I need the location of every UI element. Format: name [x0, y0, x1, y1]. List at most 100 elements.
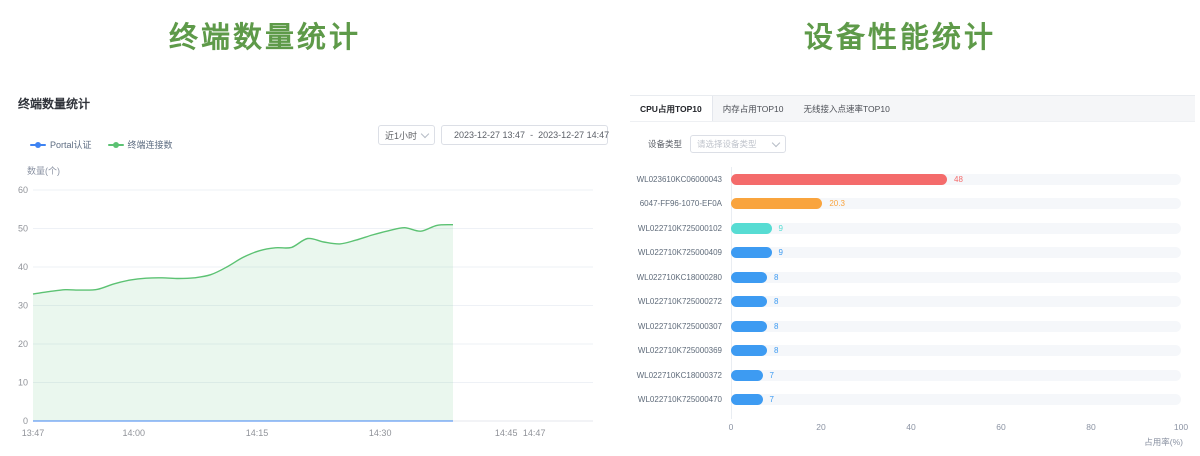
x-tick-label: 80	[1086, 422, 1095, 432]
legend-marker-portal	[30, 142, 46, 148]
bar	[731, 272, 767, 283]
bar	[731, 394, 763, 405]
time-range-select[interactable]: 近1小时	[378, 125, 435, 145]
bar-category-label: WL022710K725000307	[630, 322, 731, 331]
bar-category-label: WL022710K725000272	[630, 297, 731, 306]
bar-category-label: WL023610KC06000043	[630, 175, 731, 184]
bar-chart-x-ticks: 020406080100	[731, 422, 1181, 432]
x-tick-label: 100	[1174, 422, 1188, 432]
legend-item-terminal[interactable]: 终端连接数	[108, 138, 173, 151]
bar-value-label: 8	[774, 345, 778, 356]
x-tick-label: 0	[729, 422, 734, 432]
x-tick-label: 13:47	[22, 428, 45, 438]
bar-track: 7	[731, 370, 1181, 381]
legend-label: 终端连接数	[128, 138, 173, 151]
legend-label: Portal认证	[50, 138, 92, 151]
bar-category-label: WL022710K725000409	[630, 248, 731, 257]
bar-track: 9	[731, 223, 1181, 234]
bar-value-label: 7	[770, 394, 774, 405]
bar	[731, 321, 767, 332]
bar-row: 6047-FF96-1070-EF0A 20.3	[630, 192, 1195, 217]
bar-value-label: 20.3	[829, 198, 845, 209]
date-range-start: 2023-12-27 13:47	[454, 130, 525, 140]
date-range-picker[interactable]: 2023-12-27 13:47 - 2023-12-27 14:47	[441, 125, 608, 145]
bar-value-label: 8	[774, 321, 778, 332]
bar	[731, 247, 772, 258]
bar-track: 8	[731, 272, 1181, 283]
bar-row: WL022710KC18000280 8	[630, 265, 1195, 290]
bar-chart-x-axis-label: 占用率(%)	[1144, 436, 1183, 448]
bar-track: 20.3	[731, 198, 1181, 209]
right-section-title: 设备性能统计	[640, 14, 1160, 56]
bar	[731, 370, 763, 381]
y-axis-title: 数量(个)	[27, 165, 60, 176]
x-tick-label: 20	[816, 422, 825, 432]
x-tick-label: 14:30	[369, 428, 392, 438]
bar-value-label: 9	[779, 247, 783, 258]
x-tick-label: 14:47	[523, 428, 546, 438]
bar-row: WL023610KC06000043 48	[630, 167, 1195, 192]
terminal-count-line-chart: 数量(个)010203040506013:4714:0014:1514:3014…	[0, 160, 613, 456]
bar-value-label: 9	[779, 223, 783, 234]
bar-category-label: WL022710K725000470	[630, 395, 731, 404]
x-tick-label: 14:00	[123, 428, 146, 438]
tab-memory-top10[interactable]: 内存占用TOP10	[713, 96, 794, 121]
x-tick-label: 40	[906, 422, 915, 432]
bar	[731, 198, 822, 209]
bar-row: WL022710KC18000372 7	[630, 363, 1195, 388]
terminal-count-panel: 终端数量统计 近1小时 2023-12-27 13:47 - 2023-12-2…	[0, 85, 613, 456]
y-tick-label: 20	[18, 339, 28, 349]
chart-legend: Portal认证 终端连接数	[30, 138, 173, 151]
y-tick-label: 0	[23, 416, 28, 426]
device-type-select[interactable]: 请选择设备类型	[690, 135, 786, 153]
dashboard: 终端数量统计 设备性能统计 终端数量统计 近1小时 2023-12-27 13:…	[0, 0, 1200, 456]
bar-category-label: WL022710KC18000372	[630, 371, 731, 380]
bar-track: 9	[731, 247, 1181, 258]
bar-value-label: 8	[774, 272, 778, 283]
legend-item-portal[interactable]: Portal认证	[30, 138, 92, 151]
device-type-label: 设备类型	[648, 138, 682, 150]
chevron-down-icon	[421, 130, 429, 138]
bar-value-label: 48	[954, 174, 963, 185]
bar-track: 8	[731, 345, 1181, 356]
date-range-separator: -	[530, 130, 533, 140]
bar-category-label: WL022710K725000369	[630, 346, 731, 355]
bar	[731, 223, 772, 234]
cpu-top10-bar-chart: WL023610KC06000043 48 6047-FF96-1070-EF0A 2…	[630, 167, 1195, 412]
bar	[731, 296, 767, 307]
bar-track: 8	[731, 296, 1181, 307]
bar-row: WL022710K7250001029	[630, 216, 1195, 241]
bar-row: WL022710K725000470 7	[630, 388, 1195, 413]
bar	[731, 174, 947, 185]
legend-marker-terminal	[108, 142, 124, 148]
panel-title: 终端数量统计	[18, 95, 90, 112]
bar	[731, 345, 767, 356]
bar-track: 48	[731, 174, 1181, 185]
bar-value-label: 7	[770, 370, 774, 381]
terminal-series-area	[33, 225, 453, 421]
bar-category-label: 6047-FF96-1070-EF0A	[630, 199, 731, 208]
bar-value-label: 8	[774, 296, 778, 307]
performance-tabbar: CPU占用TOP10 内存占用TOP10 无线接入点速率TOP10	[630, 95, 1195, 122]
device-type-placeholder: 请选择设备类型	[697, 138, 757, 150]
chevron-down-icon	[772, 139, 780, 147]
x-tick-label: 14:45	[495, 428, 518, 438]
device-type-filter: 设备类型 请选择设备类型	[648, 135, 786, 153]
bar-row: WL022710K725000409 9	[630, 241, 1195, 266]
bar-row: WL022710K725000307 8	[630, 314, 1195, 339]
bar-track: 8	[731, 321, 1181, 332]
y-tick-label: 30	[18, 301, 28, 311]
bar-row: WL022710K725000272 8	[630, 290, 1195, 315]
bar-track: 7	[731, 394, 1181, 405]
bar-row: WL022710K725000369 8	[630, 339, 1195, 364]
time-range-value: 近1小时	[385, 129, 417, 142]
x-tick-label: 60	[996, 422, 1005, 432]
y-tick-label: 10	[18, 378, 28, 388]
date-range-end: 2023-12-27 14:47	[538, 130, 609, 140]
tab-wireless-rate-top10[interactable]: 无线接入点速率TOP10	[794, 96, 900, 121]
y-tick-label: 60	[18, 185, 28, 195]
bar-category-label: WL022710KC18000280	[630, 273, 731, 282]
device-performance-panel: CPU占用TOP10 内存占用TOP10 无线接入点速率TOP10 设备类型 请…	[630, 95, 1195, 456]
tab-cpu-top10[interactable]: CPU占用TOP10	[630, 96, 713, 121]
left-section-title: 终端数量统计	[0, 14, 530, 56]
